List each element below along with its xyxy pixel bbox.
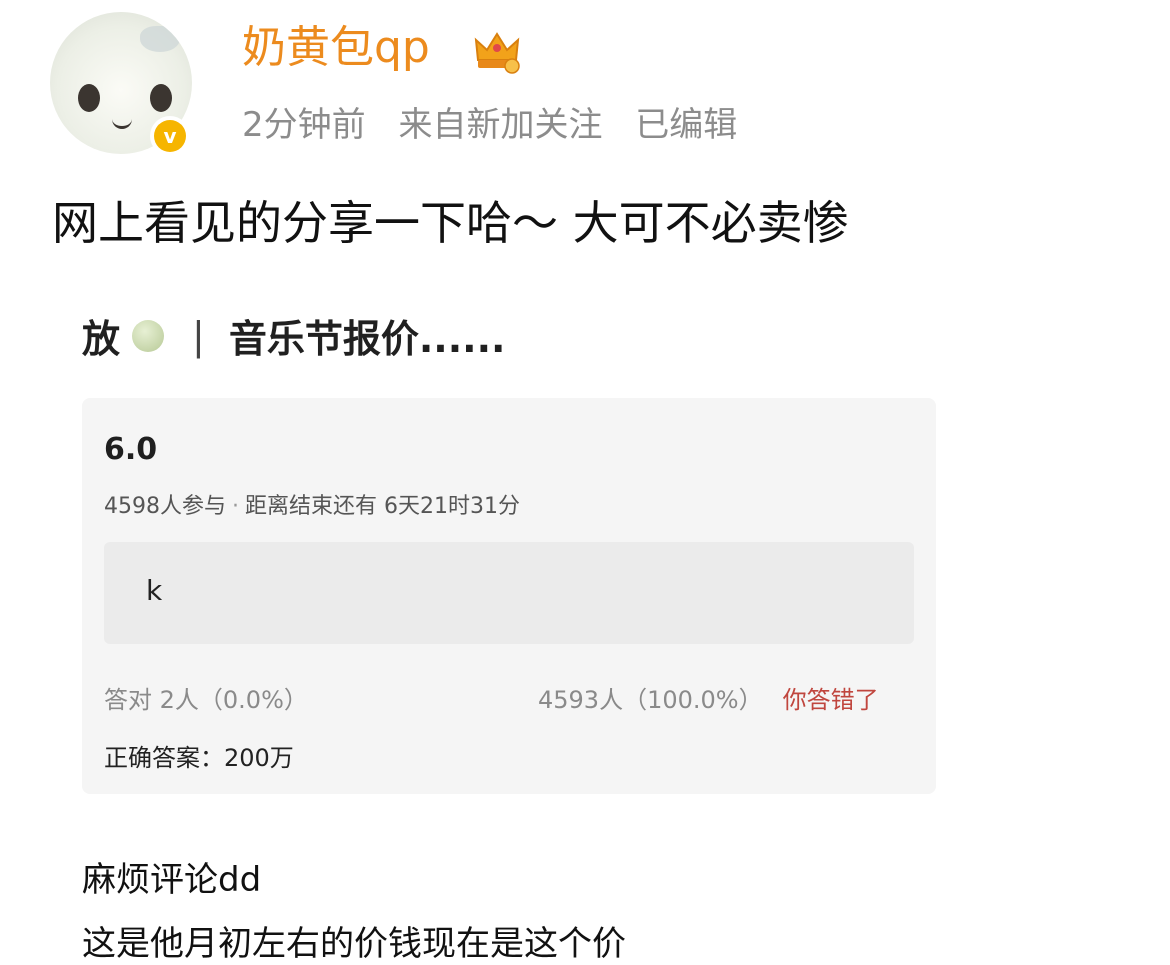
correct-answer: 正确答案：200万	[104, 744, 294, 772]
green-ball-emoji-icon	[132, 319, 165, 352]
caption-line-1: 麻烦评论dd	[82, 860, 262, 900]
meta-dot: ·	[232, 494, 239, 519]
user-answer: k	[146, 574, 163, 607]
title-separator: |	[192, 313, 205, 358]
bow-decoration	[140, 26, 180, 52]
correct-stat: 答对 2人（0.0%）	[104, 686, 308, 714]
title-prefix: 放	[82, 317, 121, 361]
quiz-meta: 4598人参与 · 距离结束还有 6天21时31分	[104, 488, 520, 520]
post-time: 2分钟前	[242, 105, 366, 145]
post-text: 网上看见的分享一下哈～ 大可不必卖惨	[52, 196, 849, 250]
quiz-question: 6.0	[104, 432, 158, 467]
participants-count: 4598人参与	[104, 494, 226, 519]
verified-badge-icon: v	[150, 116, 190, 156]
wrong-label: 你答错了	[782, 686, 879, 714]
title-text: 音乐节报价......	[228, 317, 506, 361]
avatar-eye-right	[150, 84, 172, 112]
wrong-stat: 4593人（100.0%）	[538, 686, 763, 714]
edited-label[interactable]: 已编辑	[635, 105, 737, 145]
countdown: 距离结束还有 6天21时31分	[245, 494, 520, 519]
author-name[interactable]: 奶黄包qp	[242, 26, 430, 70]
post-source[interactable]: 来自新加关注	[398, 105, 602, 145]
screenshot-title: 放 | 音乐节报价......	[82, 308, 505, 363]
quiz-card: 6.0 4598人参与 · 距离结束还有 6天21时31分 k 答对 2人（0.0%…	[82, 398, 936, 794]
verified-mark: v	[154, 120, 186, 152]
post-meta: 2分钟前 来自新加关注 已编辑	[242, 108, 759, 142]
caption-line-2: 这是他月初左右的价钱现在是这个价	[82, 924, 626, 964]
avatar-mouth	[112, 116, 132, 129]
wrong-stat-group: 4593人（100.0%） 你答错了	[538, 680, 879, 715]
quiz-stats: 答对 2人（0.0%） 4593人（100.0%） 你答错了	[104, 680, 914, 715]
crown-member-icon[interactable]	[472, 30, 522, 74]
avatar-eye-left	[78, 84, 100, 112]
answer-box: k	[104, 542, 914, 644]
